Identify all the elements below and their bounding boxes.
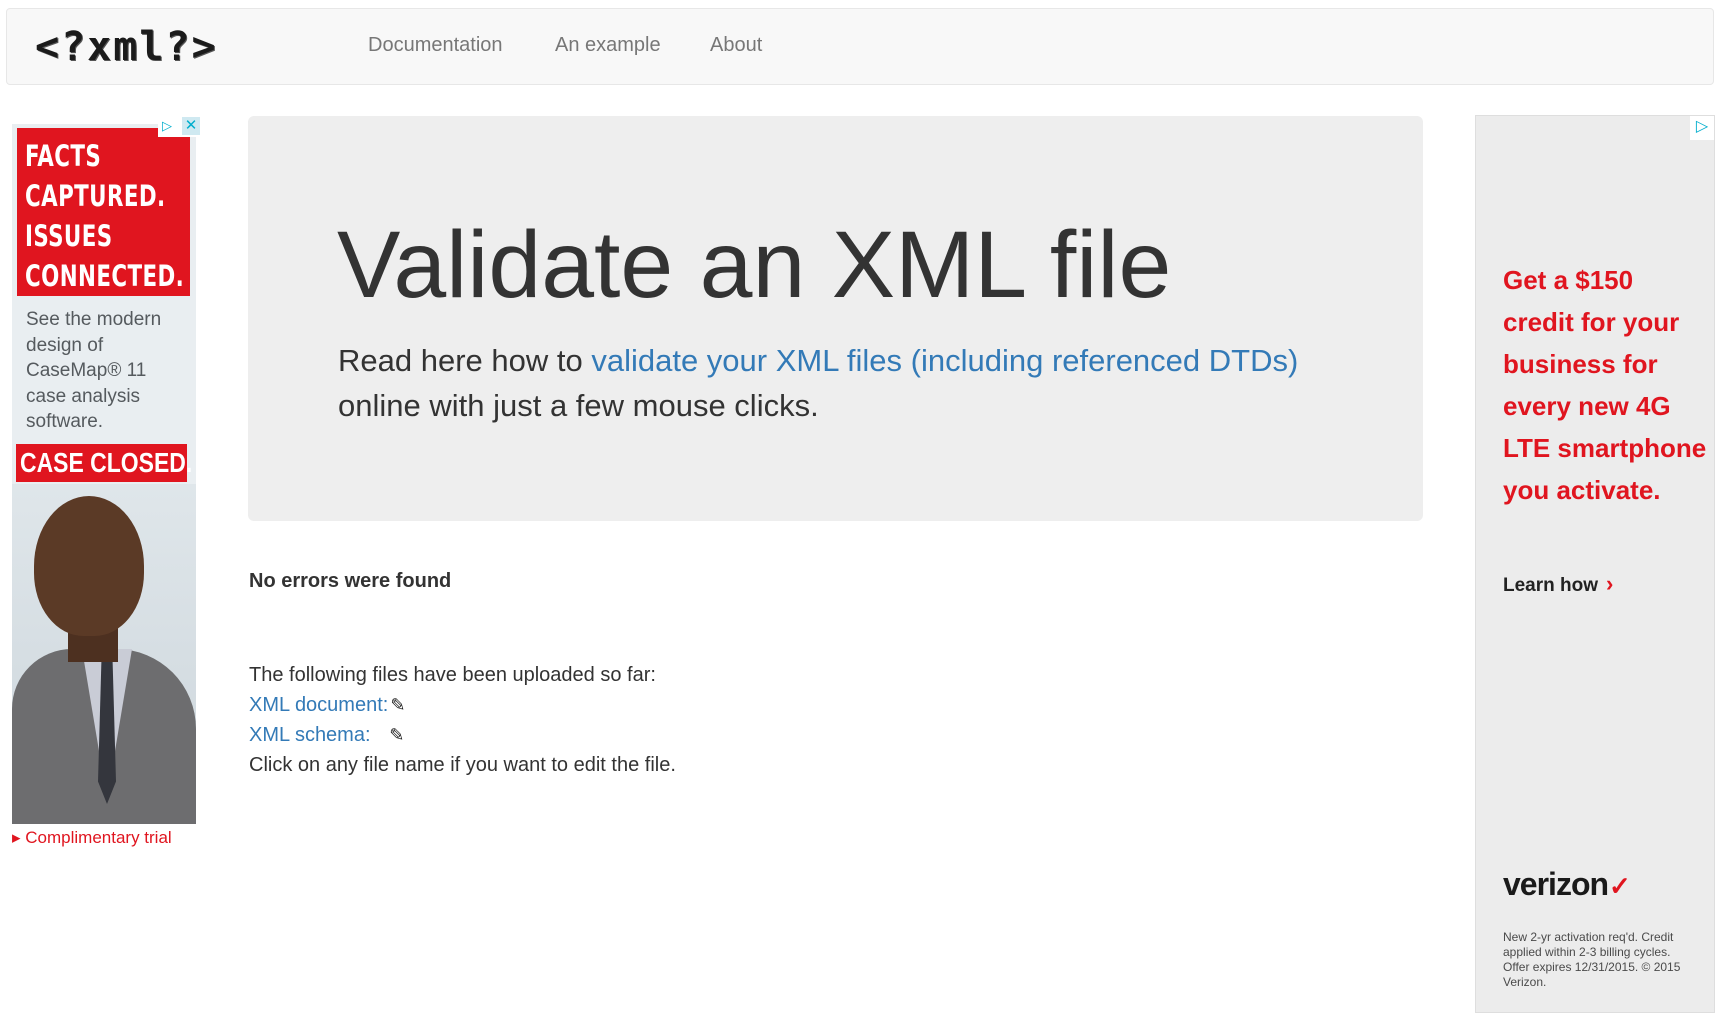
brand-logo[interactable]: <?xml?> — [35, 23, 218, 71]
nav-an-example[interactable]: An example — [555, 33, 661, 57]
file-row-xml-schema: XML schema: ✎ — [249, 720, 676, 750]
left-ad-banner: CASE CLOSED. — [16, 444, 192, 482]
nav-about[interactable]: About — [710, 33, 762, 57]
validation-status: No errors were found — [249, 570, 452, 592]
right-ad[interactable]: ▷ Get a $150 credit for your business fo… — [1475, 115, 1715, 1013]
xml-document-link[interactable]: XML document: — [249, 694, 388, 716]
adchoices-icon[interactable]: ▷ — [162, 119, 172, 133]
verizon-logo: verizon✓ — [1503, 866, 1631, 902]
left-ad-controls: ▷ ✕ — [158, 115, 200, 137]
left-ad-body: See the modern design of CaseMap® 11 cas… — [26, 309, 162, 432]
businessman-photo — [12, 484, 196, 824]
uploaded-files: The following files have been uploaded s… — [249, 660, 676, 780]
right-ad-legal: New 2-yr activation req'd. Credit applie… — [1503, 930, 1681, 989]
jumbotron: Validate an XML file Read here how to va… — [248, 116, 1423, 521]
left-ad[interactable]: FACTS CAPTURED. ISSUES CONNECTED. See th… — [12, 115, 200, 850]
close-icon[interactable]: ✕ — [182, 117, 200, 135]
left-ad-creative[interactable]: FACTS CAPTURED. ISSUES CONNECTED. See th… — [12, 124, 196, 824]
pencil-icon[interactable]: ✎ — [390, 690, 405, 720]
adchoices-icon[interactable]: ▷ — [1690, 116, 1714, 140]
navbar: <?xml?> Documentation An example About — [6, 8, 1714, 85]
files-hint: Click on any file name if you want to ed… — [249, 754, 676, 776]
right-ad-offer: Get a $150 credit for your business for … — [1503, 265, 1707, 505]
pencil-icon[interactable]: ✎ — [389, 720, 404, 750]
nav-documentation[interactable]: Documentation — [368, 33, 503, 57]
chevron-right-icon: › — [1606, 571, 1614, 596]
files-intro: The following files have been uploaded s… — [249, 664, 656, 686]
left-ad-cta[interactable]: ▸ Complimentary trial — [12, 828, 172, 848]
lead-text: Read here how to validate your XML files… — [338, 343, 1299, 423]
learn-how-link[interactable]: Learn how › — [1503, 571, 1613, 597]
check-icon: ✓ — [1609, 871, 1631, 901]
file-row-xml-document: XML document: ✎ — [249, 690, 676, 720]
left-ad-headline: FACTS CAPTURED. ISSUES CONNECTED. — [17, 128, 190, 296]
xml-schema-link[interactable]: XML schema: — [249, 724, 371, 746]
validate-docs-link[interactable]: validate your XML files (including refer… — [591, 343, 1298, 378]
page-title: Validate an XML file — [337, 212, 1172, 318]
